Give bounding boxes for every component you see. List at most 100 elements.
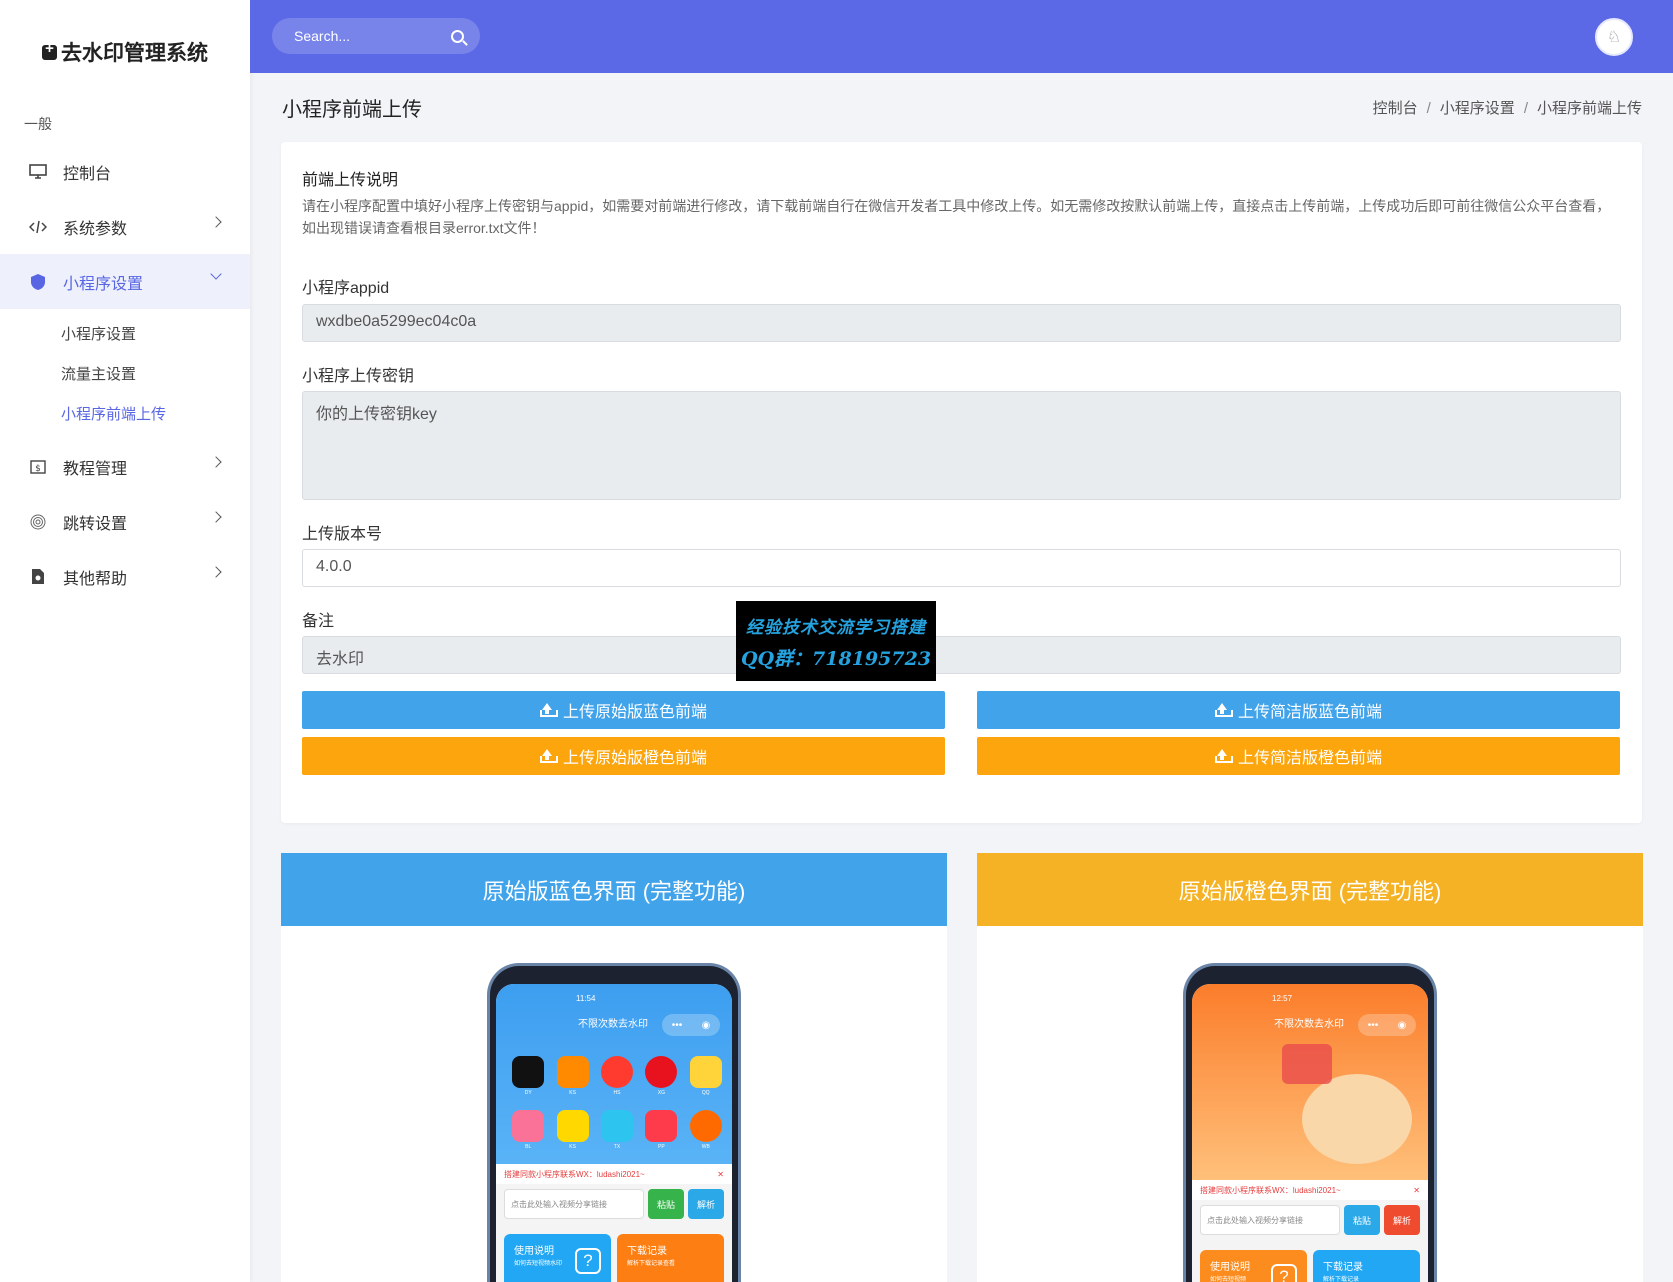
question-icon: ?: [575, 1248, 601, 1274]
question-icon: ?: [1271, 1264, 1297, 1282]
app-icon: TX: [595, 1110, 639, 1150]
upload-icon: [1214, 703, 1233, 717]
app-icon: QQ: [684, 1056, 728, 1096]
paste-button[interactable]: 粘贴: [1344, 1205, 1380, 1235]
chevron-right-icon: [210, 456, 222, 468]
avatar[interactable]: ♘: [1595, 18, 1633, 56]
search-placeholder: Search...: [294, 28, 351, 44]
preview-title: 原始版橙色界面 (完整功能): [977, 853, 1643, 926]
remark-field[interactable]: 去水印: [302, 636, 1621, 674]
breadcrumb-item: 小程序前端上传: [1536, 100, 1642, 117]
link-input-row: 点击此处输入视频分享链接 粘贴 解析: [504, 1189, 724, 1219]
note-text: 请在小程序配置中填好小程序上传密钥与appid，如需要对前端进行修改，请下载前端…: [302, 198, 1611, 236]
app-icon: PP: [639, 1110, 683, 1150]
sidebar-item-redirect[interactable]: 跳转设置: [0, 494, 250, 549]
sidebar-item-label: 小程序设置: [63, 275, 144, 293]
file-icon: [28, 568, 48, 586]
svg-text:$: $: [35, 464, 41, 474]
upload-icon: [539, 703, 558, 717]
upload-form-card: 前端上传说明 请在小程序配置中填好小程序上传密钥与appid，如需要对前端进行修…: [281, 142, 1642, 823]
link-input[interactable]: 点击此处输入视频分享链接: [504, 1189, 644, 1219]
app-name: 去水印管理系统: [61, 42, 208, 65]
sidebar-item-label: 教程管理: [63, 460, 128, 478]
phone-mockup: 12:57 不限次数去水印 ••• ◉ 搭建同款小程序联系WX：ludashi20…: [1183, 963, 1437, 1282]
fingerprint-icon: [28, 513, 48, 531]
close-icon: ✕: [717, 1169, 724, 1179]
download-history-tile[interactable]: 下载记录 解析下载记录查看: [617, 1234, 724, 1282]
sidebar-item-label: 控制台: [63, 165, 112, 183]
note-title: 前端上传说明: [302, 172, 399, 189]
chevron-right-icon: [210, 511, 222, 523]
upload-original-blue-button[interactable]: 上传原始版蓝色前端: [302, 691, 945, 729]
appid-label: 小程序appid: [302, 280, 390, 297]
app-icon: HS: [595, 1056, 639, 1096]
sidebar: 去水印管理系统 一般 控制台 系统参数 小程序设置 小程序设置 流量主设置 小程…: [0, 0, 250, 1282]
upload-icon: [539, 749, 558, 763]
breadcrumb-item[interactable]: 小程序设置: [1440, 100, 1515, 117]
capsule-menu: ••• ◉: [1358, 1014, 1416, 1036]
app-icon: WB: [684, 1110, 728, 1150]
chevron-right-icon: [210, 566, 222, 578]
usage-tile[interactable]: 使用说明 如何去短视频水印?: [504, 1234, 611, 1282]
search-icon[interactable]: [451, 29, 464, 43]
remark-label: 备注: [302, 613, 335, 630]
upload-icon: [1214, 749, 1233, 763]
app-icon: BL: [506, 1110, 550, 1150]
sidebar-item-dashboard[interactable]: 控制台: [0, 144, 250, 199]
upload-original-orange-button[interactable]: 上传原始版橙色前端: [302, 737, 945, 775]
breadcrumb-item[interactable]: 控制台: [1373, 100, 1418, 117]
usage-tile[interactable]: 使用说明 如何去短视频?: [1200, 1250, 1307, 1282]
status-time: 12:57: [1272, 994, 1293, 1003]
sub-item-traffic-settings[interactable]: 流量主设置: [0, 353, 250, 393]
key-label: 小程序上传密钥: [302, 368, 415, 385]
upload-key-textarea[interactable]: 你的上传密钥key: [302, 391, 1621, 500]
sub-item-frontend-upload[interactable]: 小程序前端上传: [0, 393, 250, 433]
link-input-row: 点击此处输入视频分享链接 粘贴 解析: [1200, 1205, 1420, 1235]
link-input[interactable]: 点击此处输入视频分享链接: [1200, 1205, 1340, 1235]
app-icon: DY: [506, 1056, 550, 1096]
feature-tiles: 使用说明 如何去短视频水印? 下载记录 解析下载记录查看: [504, 1234, 724, 1282]
chevron-right-icon: [210, 216, 222, 228]
preview-title: 原始版蓝色界面 (完整功能): [281, 853, 947, 926]
code-icon: [28, 218, 48, 236]
sidebar-item-system-params[interactable]: 系统参数: [0, 199, 250, 254]
parse-button[interactable]: 解析: [1384, 1205, 1420, 1235]
app-icon: KS: [550, 1056, 594, 1096]
phone-mockup: 11:54 不限次数去水印 ••• ◉ DY KS HS XG QQ BL KS …: [487, 963, 741, 1282]
parse-button[interactable]: 解析: [688, 1189, 724, 1219]
app-logo[interactable]: 去水印管理系统: [0, 0, 250, 104]
notice-bar: 搭建同款小程序联系WX：ludashi2021~ ✕: [496, 1164, 732, 1184]
sidebar-item-miniprogram-settings[interactable]: 小程序设置: [0, 254, 250, 309]
status-time: 11:54: [576, 994, 596, 1003]
sidebar-item-label: 其他帮助: [63, 570, 128, 588]
monitor-icon: [28, 163, 48, 181]
menu-section-title: 一般: [24, 116, 52, 132]
page-header: 小程序前端上传 控制台 / 小程序设置 / 小程序前端上传: [282, 93, 1642, 122]
sidebar-item-help[interactable]: 其他帮助: [0, 549, 250, 604]
chevron-down-icon: [210, 268, 222, 280]
version-field[interactable]: 4.0.0: [302, 549, 1621, 587]
preview-card-blue: 原始版蓝色界面 (完整功能) 11:54 不限次数去水印 ••• ◉ DY KS …: [281, 853, 947, 1282]
page-title: 小程序前端上传: [282, 99, 422, 121]
topbar: Search... ♘: [250, 0, 1673, 73]
breadcrumb: 控制台 / 小程序设置 / 小程序前端上传: [1372, 100, 1642, 117]
sidebar-item-label: 系统参数: [63, 220, 128, 238]
sidebar-item-tutorials[interactable]: $ 教程管理: [0, 439, 250, 494]
appid-field[interactable]: wxdbe0a5299ec04c0a: [302, 304, 1621, 342]
version-label: 上传版本号: [302, 526, 383, 543]
capsule-menu: ••• ◉: [662, 1014, 720, 1036]
paste-button[interactable]: 粘贴: [648, 1189, 684, 1219]
watermark-banner: 经验技术交流学习搭建 QQ群：718195723: [736, 601, 936, 681]
upload-simple-blue-button[interactable]: 上传简洁版蓝色前端: [977, 691, 1620, 729]
sub-item-miniprogram-settings[interactable]: 小程序设置: [0, 313, 250, 353]
dollar-icon: $: [28, 458, 48, 476]
shield-icon: [28, 273, 48, 291]
close-icon: ✕: [1413, 1185, 1420, 1195]
upload-simple-orange-button[interactable]: 上传简洁版橙色前端: [977, 737, 1620, 775]
phone-screen: 12:57 不限次数去水印 ••• ◉ 搭建同款小程序联系WX：ludashi20…: [1192, 984, 1428, 1282]
feature-tiles: 使用说明 如何去短视频? 下载记录 解析下载记录: [1200, 1250, 1420, 1282]
download-history-tile[interactable]: 下载记录 解析下载记录: [1313, 1250, 1420, 1282]
app-icon: KS: [550, 1110, 594, 1150]
preview-card-orange: 原始版橙色界面 (完整功能) 12:57 不限次数去水印 ••• ◉ 搭建同款小程…: [977, 853, 1643, 1282]
search-input[interactable]: Search...: [272, 18, 480, 54]
